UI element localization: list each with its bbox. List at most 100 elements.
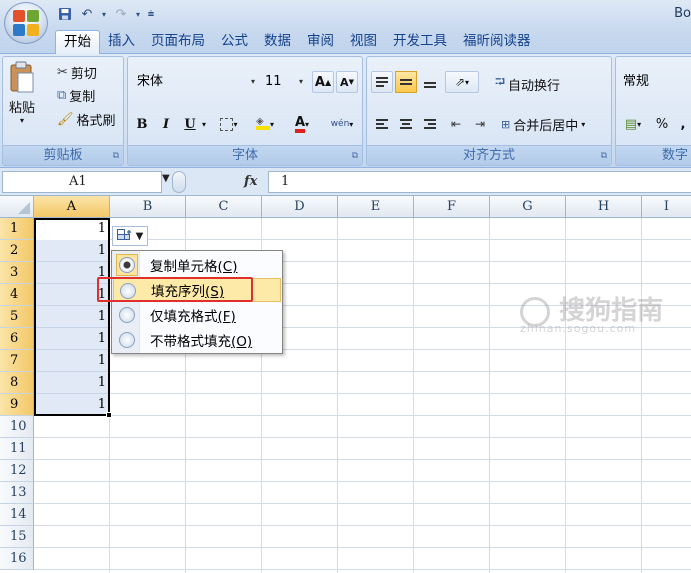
menu-item-copy-cells[interactable]: 复制单元格(C) xyxy=(113,253,281,277)
bold-button[interactable]: B xyxy=(132,113,152,135)
grow-font-button[interactable]: A ▲ xyxy=(312,71,334,93)
phonetic-guide-button[interactable]: wén ▾ xyxy=(324,113,360,135)
menu-item-fill-without-formatting[interactable]: 不带格式填充(O) xyxy=(113,328,281,352)
row-header-11[interactable]: 11 xyxy=(0,438,34,460)
cell-a7[interactable]: 1 xyxy=(34,350,110,372)
column-header-e[interactable]: E xyxy=(338,196,414,218)
column-header-a[interactable]: A xyxy=(34,196,110,218)
select-all-button[interactable] xyxy=(0,196,34,218)
align-left-button[interactable] xyxy=(371,113,393,135)
underline-button[interactable]: U xyxy=(180,113,200,135)
font-color-button[interactable]: A ▾ xyxy=(286,113,318,135)
row-header-10[interactable]: 10 xyxy=(0,416,34,438)
increase-indent-button[interactable]: ⇥ xyxy=(469,113,491,135)
row-header-8[interactable]: 8 xyxy=(0,372,34,394)
align-right-button[interactable] xyxy=(419,113,441,135)
autofill-options-button[interactable]: ▼ xyxy=(112,226,148,246)
tab-view[interactable]: 视图 xyxy=(342,30,385,54)
redo-icon[interactable]: ↷ xyxy=(112,5,130,23)
cut-button[interactable]: ✂ 剪切 xyxy=(57,63,97,82)
row-header-12[interactable]: 12 xyxy=(0,460,34,482)
tab-formulas[interactable]: 公式 xyxy=(213,30,256,54)
row-header-3[interactable]: 3 xyxy=(0,262,34,284)
row-header-4[interactable]: 4 xyxy=(0,284,34,306)
formula-bar-splitter[interactable] xyxy=(172,171,186,193)
column-header-h[interactable]: H xyxy=(566,196,642,218)
column-header-d[interactable]: D xyxy=(262,196,338,218)
tab-page-layout[interactable]: 页面布局 xyxy=(143,30,213,54)
align-top-button[interactable] xyxy=(371,71,393,93)
cell-a1[interactable]: 1 xyxy=(34,218,110,240)
tab-insert[interactable]: 插入 xyxy=(100,30,143,54)
customize-qat-icon[interactable]: ⩧ xyxy=(146,5,156,23)
cell-a8[interactable]: 1 xyxy=(34,372,110,394)
underline-dropdown-icon[interactable]: ▾ xyxy=(200,113,208,135)
undo-icon[interactable]: ↶ xyxy=(78,5,96,23)
row-header-1[interactable]: 1 xyxy=(0,218,34,240)
tab-home[interactable]: 开始 xyxy=(55,30,100,55)
dialog-launcher-icon[interactable]: ⧉ xyxy=(352,151,358,161)
italic-button[interactable]: I xyxy=(156,113,176,135)
column-gridline xyxy=(337,218,338,573)
comma-style-button[interactable]: , xyxy=(674,113,691,135)
row-header-13[interactable]: 13 xyxy=(0,482,34,504)
row-header-6[interactable]: 6 xyxy=(0,328,34,350)
align-middle-button[interactable] xyxy=(395,71,417,93)
row-gridline xyxy=(34,547,691,548)
window-title: Bo xyxy=(674,6,691,21)
insert-function-icon[interactable]: fx xyxy=(244,174,257,189)
copy-button[interactable]: ⧉ 复制 xyxy=(57,86,95,105)
column-header-f[interactable]: F xyxy=(414,196,490,218)
paste-button[interactable]: 粘贴 ▾ xyxy=(9,61,35,125)
tab-data[interactable]: 数据 xyxy=(256,30,299,54)
orientation-button[interactable]: ⇗ ▾ xyxy=(445,71,479,93)
cell-a5[interactable]: 1 xyxy=(34,306,110,328)
tab-developer[interactable]: 开发工具 xyxy=(385,30,455,54)
tab-foxit-reader[interactable]: 福昕阅读器 xyxy=(455,30,539,54)
decrease-indent-button[interactable]: ⇤ xyxy=(445,113,467,135)
borders-button[interactable]: ▾ xyxy=(214,113,244,135)
font-size-select[interactable]: 11 ▾ xyxy=(260,71,306,93)
save-icon[interactable] xyxy=(56,5,74,23)
menu-item-fill-formatting-only[interactable]: 仅填充格式(F) xyxy=(113,303,281,327)
row-header-5[interactable]: 5 xyxy=(0,306,34,328)
formula-input[interactable]: 1 xyxy=(268,171,691,193)
tab-review[interactable]: 审阅 xyxy=(299,30,342,54)
row-header-2[interactable]: 2 xyxy=(0,240,34,262)
align-center-button[interactable] xyxy=(395,113,417,135)
dialog-launcher-icon[interactable]: ⧉ xyxy=(601,151,607,161)
worksheet-grid[interactable]: A B C D E F G H I 1 2 3 4 5 6 7 8 9 10 11 12 13 14 15 1… xyxy=(0,196,691,573)
name-box-dropdown-icon[interactable]: ▼ xyxy=(162,173,170,184)
row-header-9[interactable]: 9 xyxy=(0,394,34,416)
row-header-7[interactable]: 7 xyxy=(0,350,34,372)
percent-style-button[interactable]: % xyxy=(652,113,672,135)
cell-a6[interactable]: 1 xyxy=(34,328,110,350)
name-box[interactable]: A1 xyxy=(2,171,162,193)
column-header-b[interactable]: B xyxy=(110,196,186,218)
dialog-launcher-icon[interactable]: ⧉ xyxy=(113,151,119,161)
row-header-16[interactable]: 16 xyxy=(0,548,34,570)
merge-center-button[interactable]: ⊞ 合并后居中 ▾ xyxy=(501,115,585,134)
undo-dropdown-icon[interactable]: ▾ xyxy=(100,5,108,23)
wrap-text-label: 自动换行 xyxy=(508,78,561,94)
redo-dropdown-icon[interactable]: ▾ xyxy=(134,5,142,23)
row-header-14[interactable]: 14 xyxy=(0,504,34,526)
cell-a2[interactable]: 1 xyxy=(34,240,110,262)
column-header-i[interactable]: I xyxy=(642,196,691,218)
cell-a9[interactable]: 1 xyxy=(34,394,110,416)
chevron-down-icon: ▾ xyxy=(233,119,238,129)
font-name-select[interactable]: 宋体 ▾ xyxy=(132,71,258,93)
column-header-g[interactable]: G xyxy=(490,196,566,218)
align-bottom-button[interactable] xyxy=(419,71,441,93)
office-button[interactable] xyxy=(4,2,48,44)
accounting-format-button[interactable]: ▤ ▾ xyxy=(618,113,648,135)
fill-color-button[interactable]: ◈ ▾ xyxy=(250,113,280,135)
wrap-text-button[interactable]: ⮒ 自动换行 xyxy=(495,73,560,95)
format-painter-button[interactable]: 🖌 格式刷 xyxy=(57,110,116,129)
number-format-select[interactable]: 常规 xyxy=(618,71,691,93)
column-header-c[interactable]: C xyxy=(186,196,262,218)
row-header-15[interactable]: 15 xyxy=(0,526,34,548)
fill-handle[interactable] xyxy=(106,412,112,418)
shrink-font-button[interactable]: A ▼ xyxy=(336,71,358,93)
align-left-icon xyxy=(376,119,388,129)
